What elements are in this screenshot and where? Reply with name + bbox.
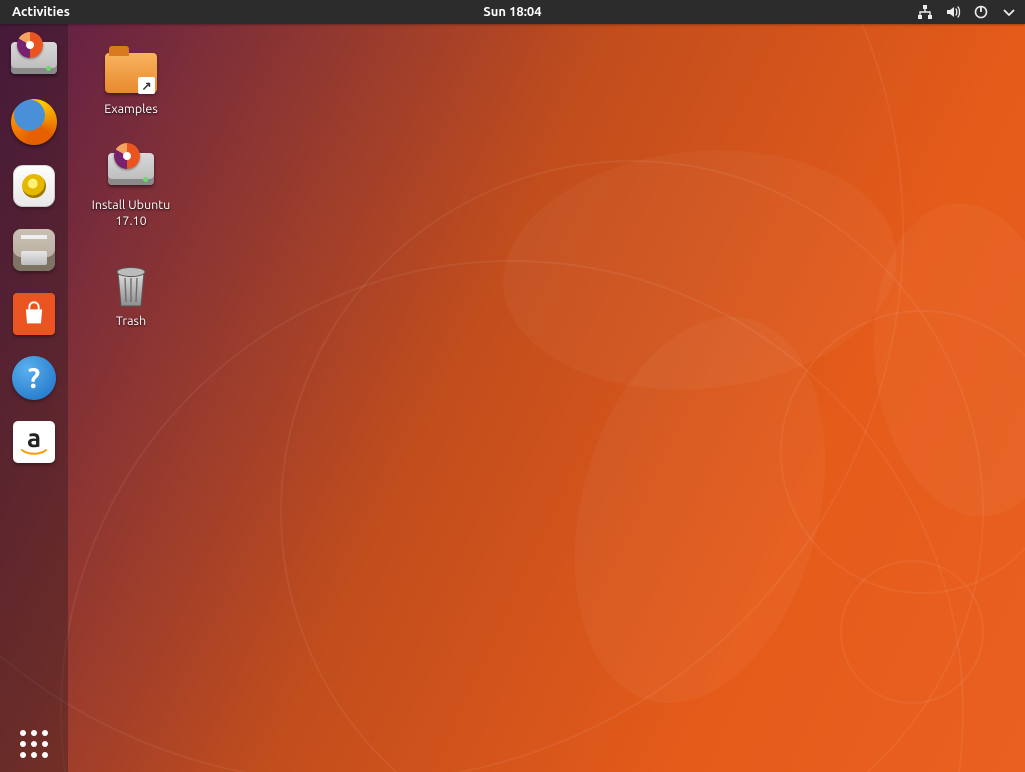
install-drive-icon: [108, 153, 154, 185]
show-applications-button[interactable]: [0, 730, 68, 758]
folder-icon: ↗: [105, 53, 157, 93]
top-bar: Activities Sun 18:04: [0, 0, 1025, 24]
desktop-icon-examples[interactable]: ↗ Examples: [86, 46, 176, 118]
speaker-icon: [13, 165, 55, 207]
desktop-icon-install-ubuntu[interactable]: Install Ubuntu 17.10: [86, 142, 176, 229]
apps-grid-icon: [20, 730, 48, 758]
dock: ? a: [0, 24, 68, 772]
volume-icon[interactable]: [945, 4, 961, 20]
icon-label: Examples: [86, 102, 176, 118]
trash-icon: [104, 258, 158, 312]
dock-item-firefox[interactable]: [10, 98, 58, 146]
activities-button[interactable]: Activities: [8, 3, 74, 21]
icon-label: Trash: [86, 314, 176, 330]
network-icon[interactable]: [917, 4, 933, 20]
desktop[interactable]: ↗ Examples Install Ubuntu 17.10 Trash: [68, 24, 1025, 772]
dock-item-ubuntu-software[interactable]: [10, 290, 58, 338]
dock-item-installer-drive[interactable]: [10, 34, 58, 82]
dock-item-amazon[interactable]: a: [10, 418, 58, 466]
help-icon: ?: [12, 356, 56, 400]
amazon-icon: a: [13, 421, 55, 463]
firefox-icon: [11, 99, 57, 145]
power-icon[interactable]: [973, 4, 989, 20]
file-cabinet-icon: [13, 229, 55, 271]
shopping-bag-icon: [13, 293, 55, 335]
dock-item-files[interactable]: [10, 226, 58, 274]
desktop-icon-trash[interactable]: Trash: [86, 258, 176, 330]
icon-label: Install Ubuntu 17.10: [86, 198, 176, 229]
chevron-down-icon[interactable]: [1001, 4, 1017, 20]
dock-item-rhythmbox[interactable]: [10, 162, 58, 210]
dock-item-help[interactable]: ?: [10, 354, 58, 402]
system-tray: [917, 4, 1017, 20]
clock[interactable]: Sun 18:04: [483, 5, 541, 19]
